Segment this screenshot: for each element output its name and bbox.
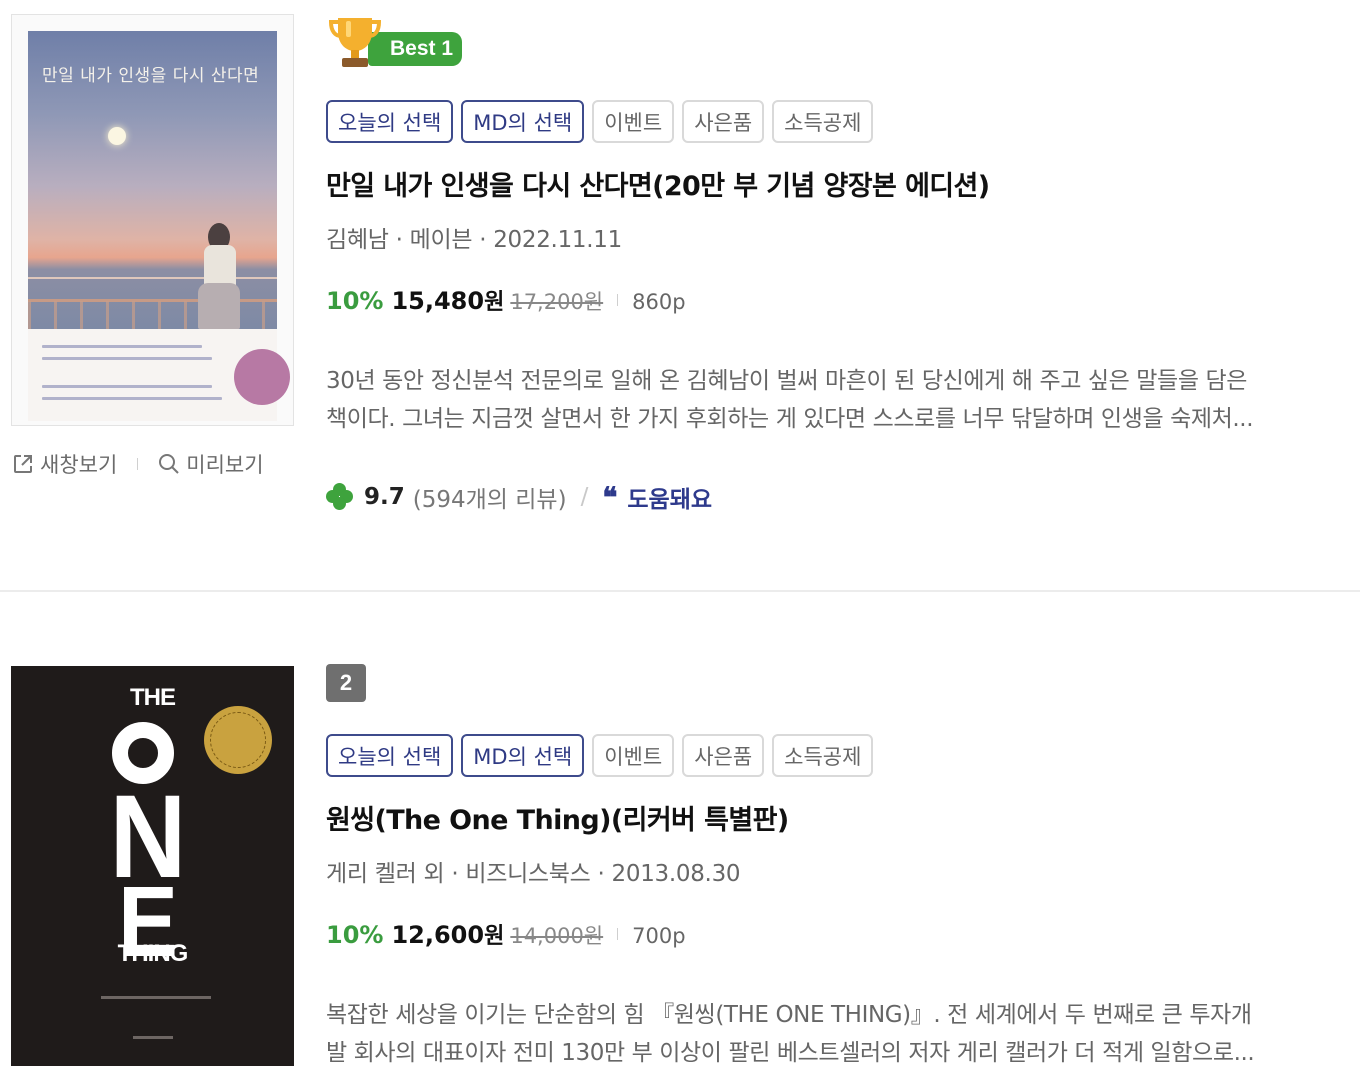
tag-md-pick[interactable]: MD의 선택 — [461, 100, 585, 143]
tag-list: 오늘의 선택 MD의 선택 이벤트 사은품 소득공제 — [326, 734, 874, 777]
price-row: 10% 12,600 원 14,000원 700p — [326, 918, 686, 950]
cover-subtitle-line — [101, 996, 211, 999]
sea-line — [28, 277, 277, 279]
description-line: 발 회사의 대표이자 전미 130만 부 이상이 팔린 베스트셀러의 저자 게리… — [326, 1040, 1255, 1066]
description-line: 복잡한 세상을 이기는 단순함의 힘 『원씽(THE ONE THING)』. … — [326, 1002, 1252, 1028]
tag-md-pick[interactable]: MD의 선택 — [461, 734, 585, 777]
item-divider — [0, 590, 1360, 592]
cover-text-line — [42, 385, 212, 388]
preview-button[interactable]: 미리보기 — [158, 449, 264, 479]
cover-word: THE — [130, 684, 176, 711]
tag-gift[interactable]: 사은품 — [682, 100, 765, 143]
new-window-label: 새창보기 — [40, 453, 118, 477]
discount-rate: 10% — [326, 921, 384, 949]
cover-publisher-line — [133, 1036, 173, 1039]
cover-title: 만일 내가 인생을 다시 산다면 — [42, 66, 260, 86]
tag-gift[interactable]: 사은품 — [682, 734, 765, 777]
book-description: 30년 동안 정신분석 전문의로 일해 온 김혜남이 벌써 마흔이 된 당신에게… — [326, 362, 1354, 438]
divider — [617, 294, 619, 306]
page-count: 860p — [632, 290, 686, 314]
discount-rate: 10% — [326, 287, 384, 315]
new-window-icon — [14, 455, 32, 473]
tag-event[interactable]: 이벤트 — [592, 100, 675, 143]
trophy-icon — [328, 18, 382, 67]
description-line: 30년 동안 정신분석 전문의로 일해 온 김혜남이 벌써 마흔이 된 당신에게… — [326, 368, 1248, 394]
cover-actions: 새창보기 미리보기 — [12, 448, 264, 480]
cover-text-line — [42, 345, 202, 348]
cover-text-line — [42, 397, 222, 400]
book-title[interactable]: 원씽(The One Thing)(리커버 특별판) — [326, 798, 789, 837]
cover-word: THING — [117, 940, 189, 967]
price-row: 10% 15,480 원 17,200원 860p — [326, 284, 686, 316]
helpful-review-link[interactable]: 도움돼요 — [627, 480, 712, 514]
page-count: 700p — [632, 924, 686, 948]
tag-event[interactable]: 이벤트 — [592, 734, 675, 777]
tag-today-pick[interactable]: 오늘의 선택 — [326, 100, 454, 143]
divider — [617, 928, 619, 940]
bestseller-seal — [204, 706, 272, 774]
tag-today-pick[interactable]: 오늘의 선택 — [326, 734, 454, 777]
review-row: 9.7 (594개의 리뷰) / ❝ 도움돼요 — [326, 480, 712, 514]
book-cover[interactable]: 만일 내가 인생을 다시 산다면 — [11, 14, 294, 426]
cover-text-line — [42, 357, 212, 360]
review-count[interactable]: (594개의 리뷰) — [413, 480, 567, 514]
book-description: 복잡한 세상을 이기는 단순함의 힘 『원씽(THE ONE THING)』. … — [326, 996, 1354, 1072]
rating-score: 9.7 — [364, 484, 405, 510]
separator: / — [580, 484, 589, 510]
divider — [137, 458, 139, 470]
edition-badge — [234, 349, 290, 405]
book-cover[interactable]: THE N E THING — [11, 666, 294, 1066]
book-title[interactable]: 만일 내가 인생을 다시 산다면(20만 부 기념 양장본 에디션) — [326, 164, 990, 203]
description-line: 책이다. 그녀는 지금껏 살면서 한 가지 후회하는 게 있다면 스스로를 너무… — [326, 406, 1254, 432]
book-meta: 김혜남 · 메이븐 · 2022.11.11 — [326, 227, 622, 253]
sale-price: 12,600 — [391, 921, 485, 949]
moon-shape — [108, 127, 126, 145]
sale-price: 15,480 — [391, 287, 485, 315]
quote-icon: ❝ — [602, 480, 618, 514]
tag-tax-deduction[interactable]: 소득공제 — [772, 100, 874, 143]
tag-list: 오늘의 선택 MD의 선택 이벤트 사은품 소득공제 — [326, 100, 874, 143]
currency-unit: 원 — [484, 924, 505, 949]
book-item: 만일 내가 인생을 다시 산다면 새창보기 미리보기 Best 1 오늘의 선택… — [0, 0, 1360, 590]
original-price: 14,000원 — [510, 924, 604, 948]
original-price: 17,200원 — [510, 290, 604, 314]
new-window-button[interactable]: 새창보기 — [12, 449, 117, 479]
preview-label: 미리보기 — [186, 453, 264, 477]
best-label: Best 1 — [368, 32, 462, 66]
cover-bottom — [28, 329, 290, 421]
book-meta: 게리 켈러 외 · 비즈니스북스 · 2013.08.30 — [326, 861, 741, 887]
rank-badge: 2 — [326, 664, 366, 702]
currency-unit: 원 — [484, 290, 505, 315]
figure-skirt — [198, 283, 240, 329]
tag-tax-deduction[interactable]: 소득공제 — [772, 734, 874, 777]
search-icon — [159, 454, 179, 474]
clover-icon — [326, 483, 354, 511]
